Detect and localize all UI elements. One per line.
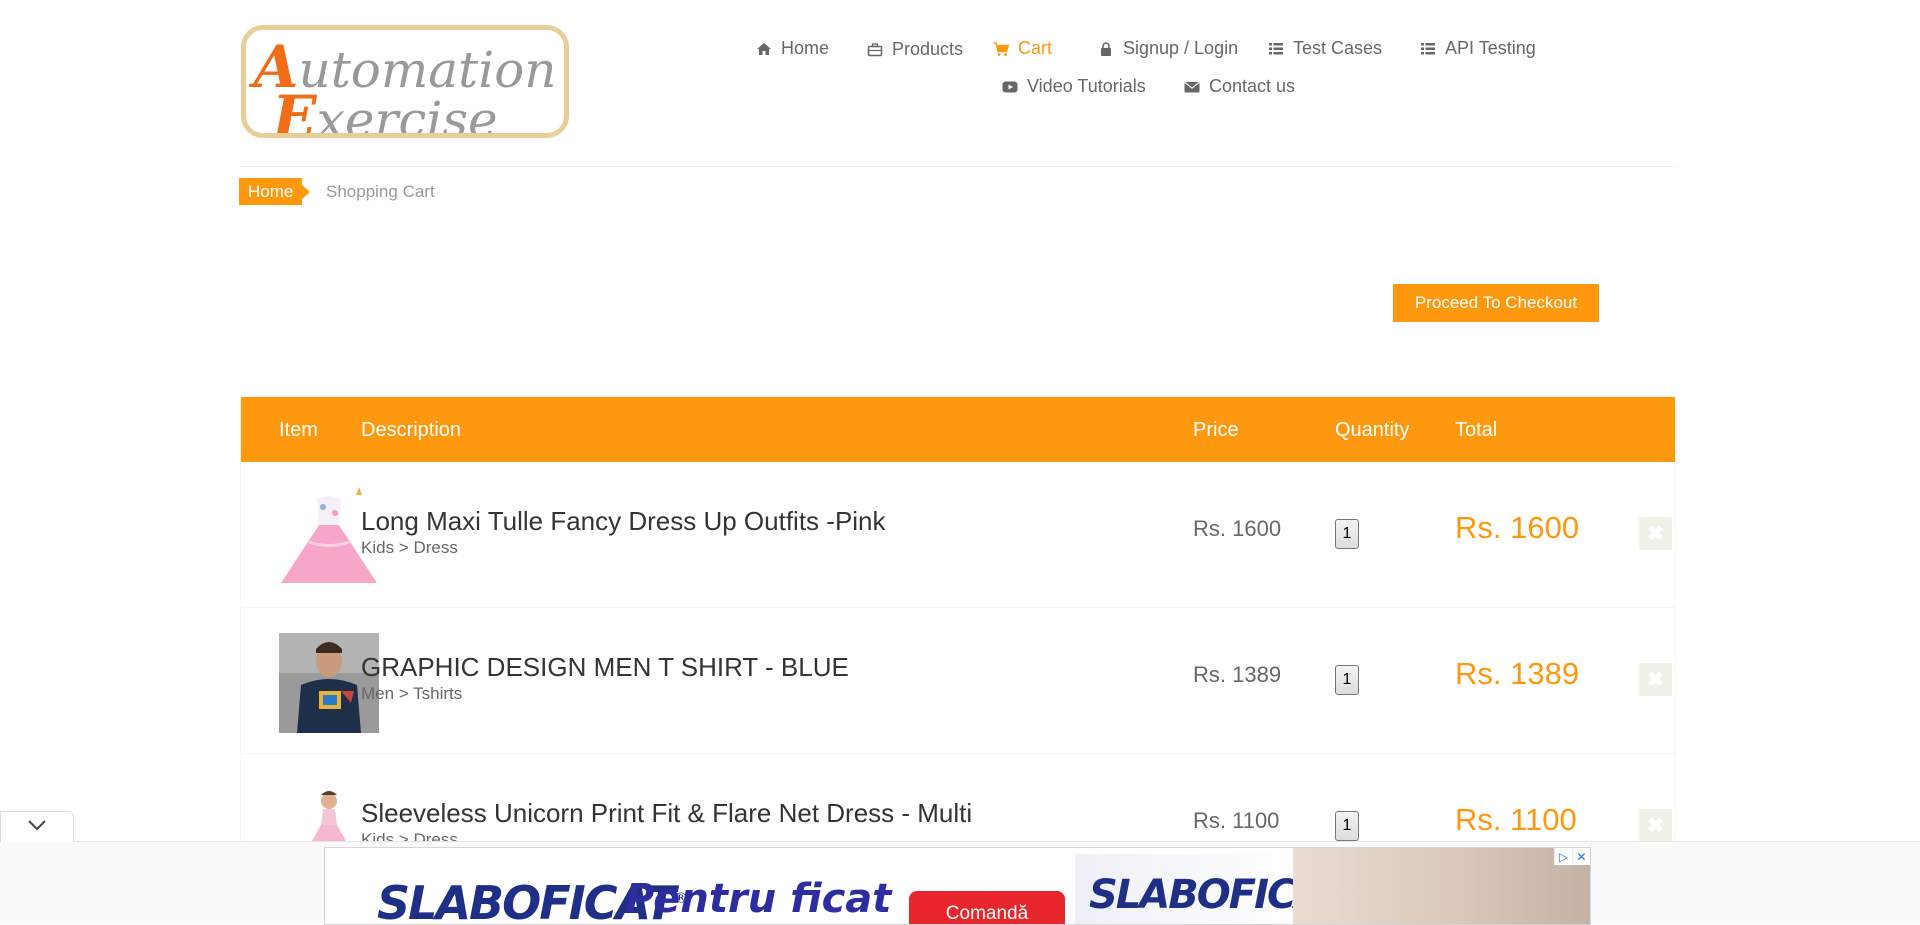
ad-order-button[interactable]: Comandă [909, 891, 1065, 924]
logo-text-2: xercise [316, 91, 498, 138]
nav-contact-us[interactable]: Contact us [1183, 76, 1295, 97]
list-icon [1267, 40, 1285, 58]
product-total: Rs. 1389 [1455, 656, 1580, 691]
header-item: Item [279, 419, 318, 441]
quantity-button[interactable]: 1 [1335, 811, 1359, 841]
product-image[interactable] [279, 487, 379, 587]
ad-close-icon[interactable]: ✕ [1572, 848, 1590, 865]
pink-dress-image [279, 487, 379, 587]
logo-initial-e: E [272, 83, 317, 138]
header-quantity: Quantity [1335, 419, 1410, 441]
lock-icon [1097, 40, 1115, 58]
nav-home-label: Home [781, 38, 830, 58]
cart-row: Long Maxi Tulle Fancy Dress Up Outfits -… [241, 462, 1675, 608]
nav-signup-login[interactable]: Signup / Login [1097, 38, 1238, 59]
header-price: Price [1193, 419, 1239, 441]
product-category: Kids > Dress [361, 538, 458, 557]
list-icon [1419, 40, 1437, 58]
header-description: Description [361, 419, 462, 441]
briefcase-icon [866, 41, 884, 59]
product-name-link[interactable]: GRAPHIC DESIGN MEN T SHIRT - BLUE [361, 652, 849, 683]
cart-table: Item Description Price Quantity Total Lo… [240, 396, 1676, 846]
close-icon: ✖ [1647, 669, 1664, 691]
nav-api-testing[interactable]: API Testing [1419, 38, 1536, 59]
close-icon: ✖ [1647, 523, 1664, 545]
ad-banner[interactable]: SLABOFICAT® Pentru ficat Comandă SLABOFI… [324, 847, 1591, 925]
breadcrumb-home-link[interactable]: Home [239, 178, 311, 205]
envelope-icon [1183, 78, 1201, 96]
cart-row: Sleeveless Unicorn Print Fit & Flare Net… [241, 754, 1675, 845]
site-logo[interactable]: Automation Exercise [241, 25, 569, 138]
ad-controls: ▷ ✕ [1554, 848, 1590, 865]
header-divider [240, 166, 1676, 167]
proceed-to-checkout-button[interactable]: Proceed To Checkout [1393, 284, 1599, 322]
quantity-button[interactable]: 1 [1335, 665, 1359, 695]
delete-item-button[interactable]: ✖ [1639, 809, 1672, 842]
header-total: Total [1455, 419, 1498, 441]
nav-contact-us-label: Contact us [1209, 76, 1296, 96]
product-name-link[interactable]: Long Maxi Tulle Fancy Dress Up Outfits -… [361, 506, 886, 537]
nav-api-testing-label: API Testing [1445, 38, 1536, 58]
ad-tagline: Pentru ficat [625, 876, 892, 922]
ad-choices-icon[interactable]: ▷ [1554, 848, 1572, 865]
nav-signup-login-label: Signup / Login [1123, 38, 1239, 58]
nav-video-tutorials[interactable]: Video Tutorials [1001, 76, 1146, 97]
product-image[interactable] [279, 633, 379, 733]
product-name-link[interactable]: Sleeveless Unicorn Print Fit & Flare Net… [361, 798, 972, 829]
breadcrumb-current: Shopping Cart [326, 182, 435, 201]
youtube-play-icon [1001, 78, 1019, 96]
cart-row: GRAPHIC DESIGN MEN T SHIRT - BLUE Men > … [241, 608, 1675, 754]
product-total: Rs. 1100 [1455, 802, 1577, 837]
tshirt-model-image [279, 633, 379, 733]
nav-cart[interactable]: Cart [992, 38, 1052, 59]
product-price: Rs. 1600 [1193, 516, 1282, 541]
main-nav: Home Products Cart Signup / Login Test C… [700, 0, 1536, 140]
nav-video-tutorials-label: Video Tutorials [1027, 76, 1146, 96]
nav-cart-label: Cart [1018, 38, 1053, 58]
nav-test-cases-label: Test Cases [1293, 38, 1383, 58]
product-price: Rs. 1389 [1193, 662, 1282, 687]
product-total: Rs. 1600 [1455, 510, 1580, 545]
logo-line-2: Exercise [246, 88, 544, 138]
cart-table-header: Item Description Price Quantity Total [241, 397, 1675, 462]
delete-item-button[interactable]: ✖ [1639, 517, 1672, 550]
product-price: Rs. 1100 [1193, 808, 1280, 833]
product-category: Men > Tshirts [361, 684, 463, 703]
home-icon [755, 40, 773, 58]
close-icon: ✖ [1647, 815, 1664, 837]
chevron-down-icon [27, 818, 47, 836]
ad-photo [1293, 848, 1590, 924]
ad-product-image: SLABOFICAT [1075, 854, 1347, 924]
quantity-button[interactable]: 1 [1335, 519, 1359, 549]
nav-products-label: Products [892, 39, 964, 59]
ad-collapse-button[interactable] [0, 811, 74, 842]
nav-products[interactable]: Products [866, 39, 963, 60]
nav-test-cases[interactable]: Test Cases [1267, 38, 1382, 59]
nav-home[interactable]: Home [755, 38, 829, 59]
delete-item-button[interactable]: ✖ [1639, 663, 1672, 696]
cart-icon [992, 40, 1010, 58]
